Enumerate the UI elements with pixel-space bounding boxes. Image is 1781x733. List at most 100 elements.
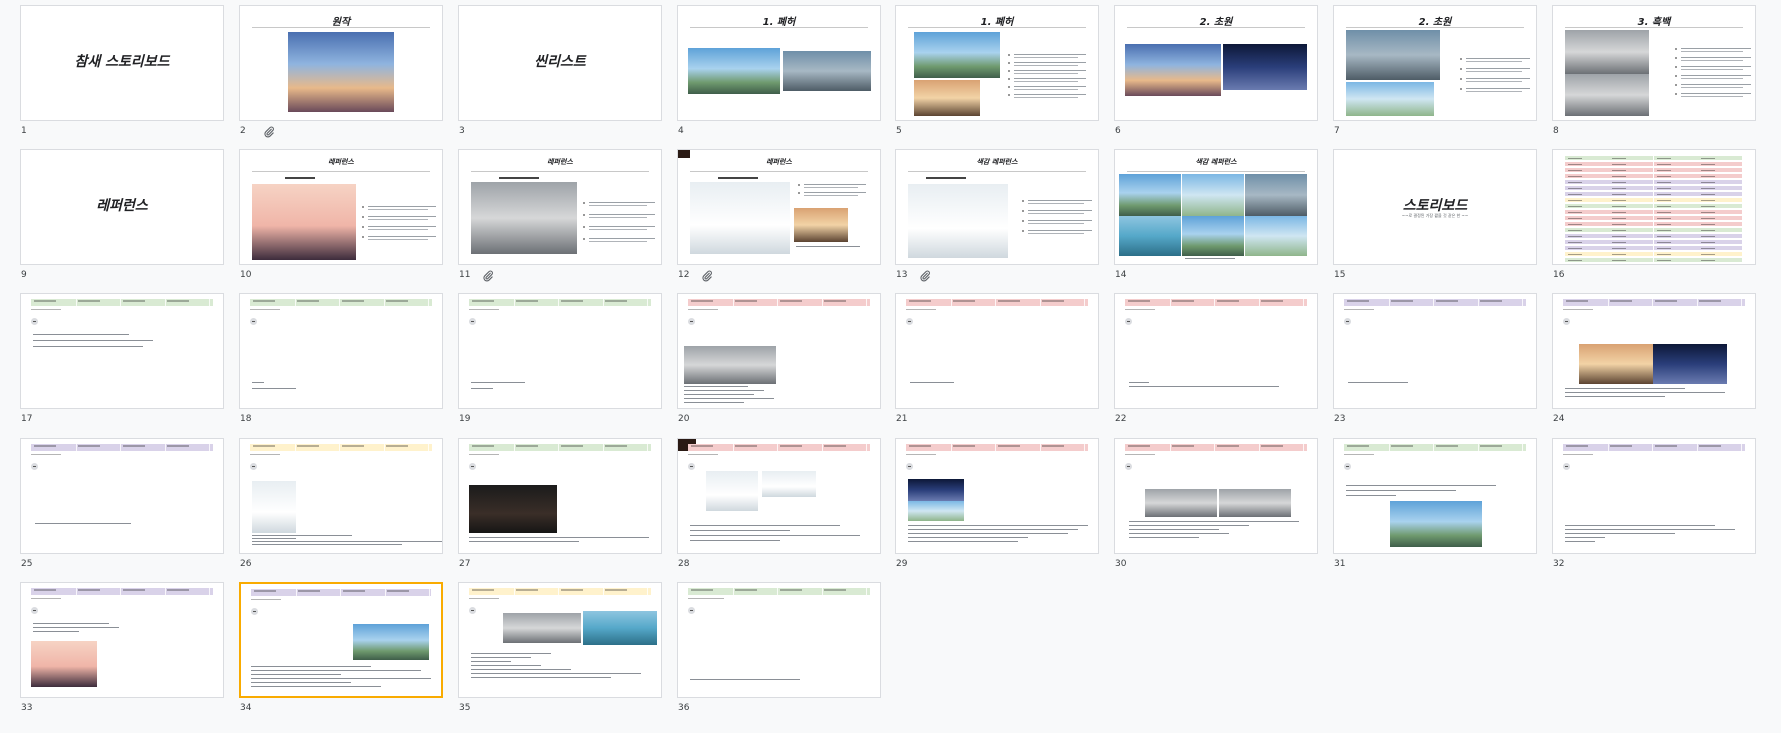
text-line [684,398,774,399]
bullet-text-line [1466,91,1522,92]
slide-thumbnail[interactable] [239,582,443,698]
header-cell-text [167,589,189,591]
slide-thumbnail[interactable]: 레퍼런스 [239,149,443,265]
slide-thumbnail[interactable] [677,293,881,409]
slide-thumbnail-cell: 24 [1552,293,1756,424]
header-cell-text [123,589,145,591]
scene-table-cell [1698,180,1743,185]
scene-meta-text [31,598,61,599]
title-underline [1565,27,1743,28]
slide-thumbnail[interactable]: 1. 폐허 [895,5,1099,121]
slide-number: 30 [1115,559,1127,569]
slide-thumbnail[interactable] [1552,293,1756,409]
bullet-text-line [589,202,655,203]
slide-thumbnail[interactable] [239,438,443,554]
slide-thumbnail[interactable]: 2. 초원 [1333,5,1537,121]
attachment-clip-icon[interactable] [263,126,275,138]
slide-thumbnail[interactable]: 2. 초원 [1114,5,1318,121]
scene-meta-text [688,309,718,310]
slide-thumbnail[interactable] [458,582,662,698]
slide-thumbnail[interactable]: 색감 레퍼런스 [895,149,1099,265]
slide-thumbnail[interactable] [20,438,224,554]
slide-thumbnail[interactable]: 원작 [239,5,443,121]
slide-thumbnail-image [1346,30,1440,80]
header-cell-text [561,445,583,447]
bullet-text-line [1681,78,1743,79]
slide-thumbnail[interactable] [1333,293,1537,409]
slide-thumbnail[interactable] [1333,438,1537,554]
slide-thumbnail[interactable] [458,438,662,554]
bullet-text-line [368,226,436,227]
slide-thumbnail[interactable] [458,293,662,409]
text-line [251,670,421,671]
header-cell [732,299,778,306]
header-cell [384,589,430,596]
header-cell-text [735,300,757,302]
attachment-clip-icon[interactable] [919,270,931,282]
slide-thumbnail[interactable]: 레퍼런스 [20,149,224,265]
slide-thumbnail[interactable] [1552,149,1756,265]
slide-thumbnail[interactable]: 레퍼런스 [458,149,662,265]
header-cell-text [824,589,846,591]
slide-thumbnail[interactable] [20,293,224,409]
header-cell-text [1566,300,1588,302]
attachment-clip-icon[interactable] [701,270,713,282]
header-cell [251,589,297,596]
bullet-dot [1022,200,1024,202]
slide-thumbnail[interactable] [895,293,1099,409]
slide-thumbnail[interactable] [1552,438,1756,554]
scene-table-cell [1698,258,1743,263]
slide-thumbnail[interactable]: 참새 스토리보드 [20,5,224,121]
header-cell-text [516,589,538,591]
header-cell [1214,299,1260,306]
header-cell [294,299,340,306]
slide-number: 3 [459,126,465,136]
slide-thumbnail[interactable]: 씬리스트 [458,5,662,121]
text-line [690,535,860,536]
slide-thumbnail[interactable] [677,438,881,554]
slide-number: 27 [459,559,471,569]
header-cell [513,588,559,595]
slide-thumbnail[interactable] [1114,438,1318,554]
scene-table-cell [1565,210,1610,215]
slide-number: 22 [1115,414,1127,424]
slide-thumbnail[interactable]: 레퍼런스 [677,149,881,265]
slide-title: 2. 초원 [1418,17,1452,28]
slide-thumbnail[interactable] [1114,293,1318,409]
slide-number: 29 [896,559,908,569]
slide-number: 16 [1553,270,1565,280]
slide-thumbnail[interactable] [20,582,224,698]
slide-thumbnail[interactable]: 스토리보드 ~~로 결정된 가장 짧을 것 같은 한 ~~ [1333,149,1537,265]
header-cell-text [1261,445,1283,447]
text-line [471,669,571,670]
attachment-clip-icon[interactable] [482,270,494,282]
slide-thumbnail-cell: 레퍼런스 12 [677,149,881,282]
slide-thumbnail-image [1245,216,1307,256]
scene-table-cell [1698,216,1743,221]
slide-title: 레퍼런스 [766,158,792,166]
title-underline [1346,27,1524,28]
cell-text-line [1701,224,1715,225]
text-line [33,346,143,347]
scene-meta-text [906,454,936,455]
text-line [1185,258,1235,259]
play-circle-icon [1125,318,1132,325]
slide-thumbnail[interactable] [239,293,443,409]
scene-table-row [1565,198,1743,203]
image-caption [926,177,966,179]
slide-thumbnail[interactable] [895,438,1099,554]
cell-text-line [1657,254,1671,255]
slide-thumbnail[interactable]: 1. 폐허 [677,5,881,121]
slide-thumbnail[interactable]: 3. 흑백 [1552,5,1756,121]
header-cell [1696,299,1742,306]
header-cell [1607,299,1653,306]
header-cell [164,444,210,451]
header-cell-text [1172,445,1194,447]
slide-thumbnail[interactable] [677,582,881,698]
text-line [1346,485,1496,486]
header-cell [31,588,77,595]
header-cell-text [1391,300,1413,302]
slide-thumbnail-image [908,184,1008,258]
header-cell [1258,299,1304,306]
slide-thumbnail[interactable]: 색감 레퍼런스 [1114,149,1318,265]
